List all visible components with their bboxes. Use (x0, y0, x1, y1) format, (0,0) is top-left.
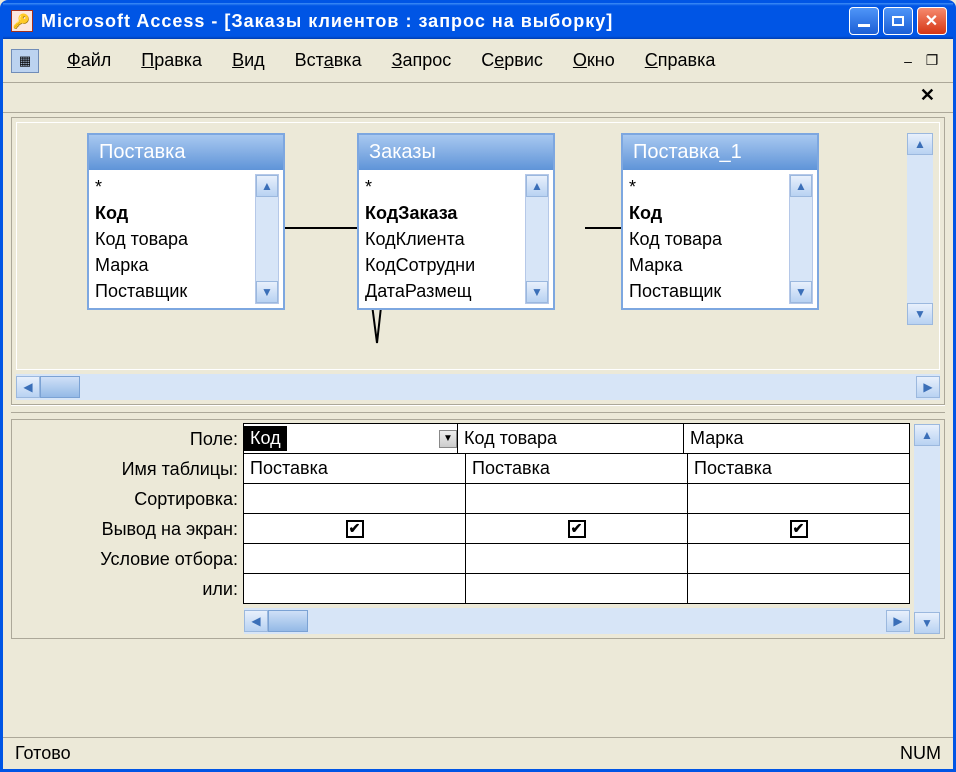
diagram-vscrollbar[interactable]: ▲ ▼ (907, 133, 933, 325)
menu-window[interactable]: Окно (563, 46, 625, 75)
diagram-panel: Поставка * Код Код товара Марка Поставщи… (11, 117, 945, 405)
splitter[interactable] (11, 405, 945, 413)
scroll-up-icon[interactable]: ▲ (256, 175, 278, 197)
menu-help[interactable]: Справка (635, 46, 726, 75)
field-list[interactable]: * КодЗаказа КодКлиента КодСотрудни ДатаР… (365, 174, 515, 304)
or-cell[interactable] (687, 573, 910, 604)
show-checkbox[interactable]: ✔ (568, 520, 586, 538)
scroll-thumb[interactable] (40, 376, 80, 398)
row-label-show: Вывод на экран: (16, 514, 244, 544)
row-label-table: Имя таблицы: (16, 454, 244, 484)
menubar: ▦ Файл Правка Вид Вставка Запрос Сервис … (3, 39, 953, 83)
inner-close-button[interactable]: ✕ (914, 85, 941, 106)
field-scrollbar[interactable]: ▲ ▼ (255, 174, 279, 304)
titlebar[interactable]: 🔑 Microsoft Access - [Заказы клиентов : … (3, 3, 953, 39)
sort-cell[interactable] (687, 483, 910, 514)
table-cell[interactable]: Поставка (465, 453, 688, 484)
scroll-right-icon[interactable]: ▶ (886, 610, 910, 632)
menu-query[interactable]: Запрос (382, 46, 462, 75)
field-scrollbar[interactable]: ▲ ▼ (789, 174, 813, 304)
field-list[interactable]: * Код Код товара Марка Поставщик (95, 174, 245, 304)
row-label-criteria: Условие отбора: (16, 544, 244, 574)
row-label-sort: Сортировка: (16, 484, 244, 514)
table-cell[interactable]: Поставка (243, 453, 466, 484)
scroll-up-icon[interactable]: ▲ (907, 133, 933, 155)
field-list[interactable]: * Код Код товара Марка Поставщик (629, 174, 779, 304)
show-checkbox[interactable]: ✔ (346, 520, 364, 538)
query-grid: Поле: Код ▼ Код товара Марка Имя таблицы… (11, 419, 945, 639)
maximize-button[interactable] (883, 7, 913, 35)
minimize-button[interactable] (849, 7, 879, 35)
menu-service[interactable]: Сервис (471, 46, 553, 75)
menu-edit[interactable]: Правка (131, 46, 212, 75)
statusbar: Готово NUM (3, 737, 953, 769)
show-cell[interactable]: ✔ (465, 513, 688, 544)
scroll-left-icon[interactable]: ◀ (16, 376, 40, 398)
or-cell[interactable] (465, 573, 688, 604)
grid-hscrollbar[interactable]: ◀ ▶ (244, 608, 910, 634)
field-scrollbar[interactable]: ▲ ▼ (525, 174, 549, 304)
field-cell[interactable]: Марка (683, 423, 910, 454)
diagram-hscrollbar[interactable]: ◀ ▶ (16, 374, 940, 400)
criteria-cell[interactable] (687, 543, 910, 574)
show-cell[interactable]: ✔ (243, 513, 466, 544)
scroll-down-icon[interactable]: ▼ (790, 281, 812, 303)
app-window: 🔑 Microsoft Access - [Заказы клиентов : … (0, 0, 956, 772)
scroll-down-icon[interactable]: ▼ (256, 281, 278, 303)
table-box-postavka-1[interactable]: Поставка_1 * Код Код товара Марка Постав… (621, 133, 819, 310)
row-label-field: Поле: (16, 424, 244, 454)
app-icon: 🔑 (11, 10, 33, 32)
field-cell[interactable]: Код ▼ (243, 423, 458, 454)
criteria-cell[interactable] (243, 543, 466, 574)
menu-view[interactable]: Вид (222, 46, 275, 75)
table-header[interactable]: Поставка_1 (623, 135, 817, 170)
table-cell[interactable]: Поставка (687, 453, 910, 484)
scroll-up-icon[interactable]: ▲ (914, 424, 940, 446)
dropdown-icon[interactable]: ▼ (439, 430, 457, 448)
show-cell[interactable]: ✔ (687, 513, 910, 544)
table-box-postavka[interactable]: Поставка * Код Код товара Марка Поставщи… (87, 133, 285, 310)
table-box-zakazy[interactable]: Заказы * КодЗаказа КодКлиента КодСотрудн… (357, 133, 555, 310)
criteria-cell[interactable] (465, 543, 688, 574)
form-icon: ▦ (11, 49, 39, 73)
sort-cell[interactable] (243, 483, 466, 514)
scroll-up-icon[interactable]: ▲ (790, 175, 812, 197)
status-num: NUM (900, 743, 941, 764)
scroll-thumb[interactable] (268, 610, 308, 632)
mdi-minimize-button[interactable]: – (899, 53, 917, 69)
scroll-right-icon[interactable]: ▶ (916, 376, 940, 398)
or-cell[interactable] (243, 573, 466, 604)
close-button[interactable]: ✕ (917, 7, 947, 35)
scroll-left-icon[interactable]: ◀ (244, 610, 268, 632)
sort-cell[interactable] (465, 483, 688, 514)
menu-insert[interactable]: Вставка (285, 46, 372, 75)
table-header[interactable]: Поставка (89, 135, 283, 170)
titlebar-text: Microsoft Access - [Заказы клиентов : за… (41, 11, 849, 32)
grid-vscrollbar[interactable]: ▲ ▼ (914, 424, 940, 634)
row-label-or: или: (16, 574, 244, 604)
scroll-down-icon[interactable]: ▼ (526, 281, 548, 303)
scroll-down-icon[interactable]: ▼ (907, 303, 933, 325)
mdi-restore-button[interactable]: ❐ (923, 53, 941, 69)
table-header[interactable]: Заказы (359, 135, 553, 170)
scroll-up-icon[interactable]: ▲ (526, 175, 548, 197)
show-checkbox[interactable]: ✔ (790, 520, 808, 538)
diagram-area[interactable]: Поставка * Код Код товара Марка Поставщи… (16, 122, 940, 370)
status-ready: Готово (15, 743, 71, 764)
field-cell[interactable]: Код товара (457, 423, 684, 454)
scroll-down-icon[interactable]: ▼ (914, 612, 940, 634)
menu-file[interactable]: Файл (57, 46, 121, 75)
